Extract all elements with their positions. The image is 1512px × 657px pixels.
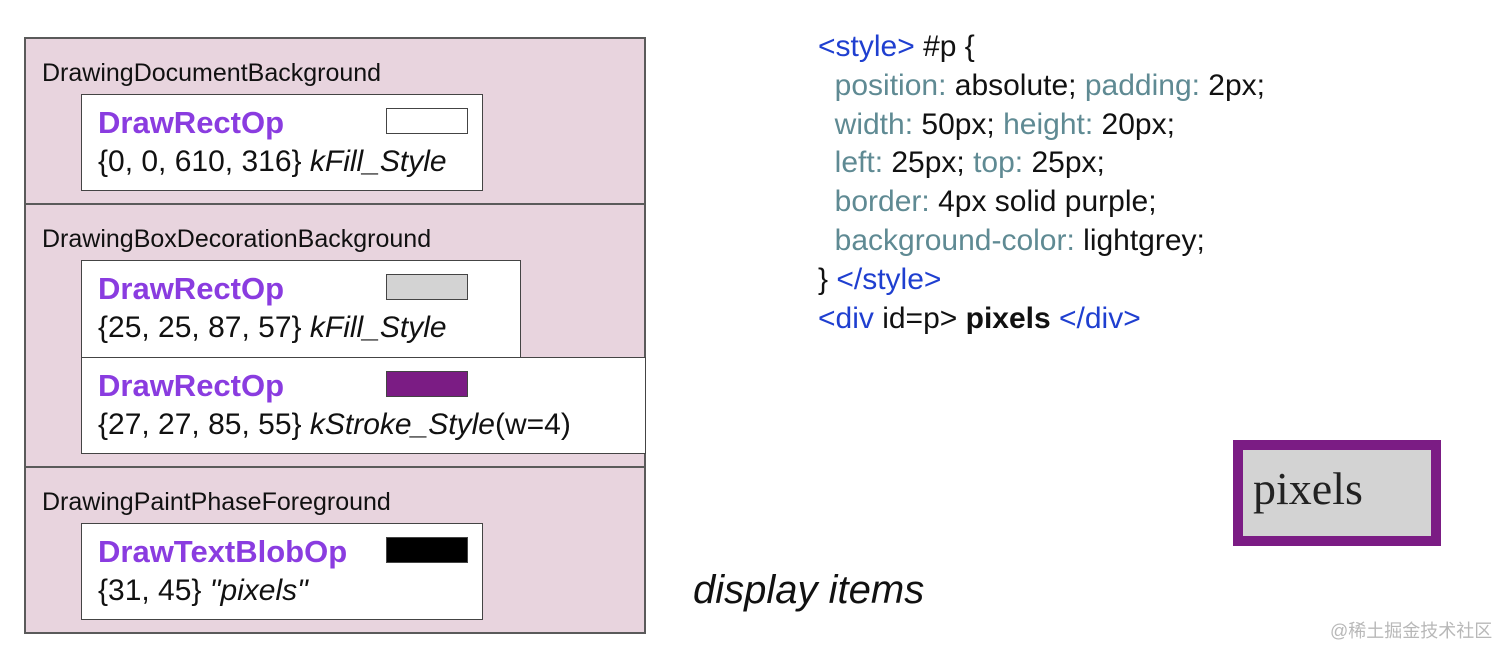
code-prop: left: <box>834 146 884 180</box>
color-swatch-lightgrey <box>386 274 468 300</box>
op-stroke-width: (w=4) <box>494 408 571 441</box>
op-args: {0, 0, 610, 316} kFill_Style <box>98 145 447 179</box>
op-name: DrawRectOp <box>98 271 285 306</box>
color-swatch-black <box>386 537 468 563</box>
color-swatch-purple <box>386 371 468 397</box>
code-div-close-tag: </div> <box>1050 301 1141 335</box>
draw-op-box: DrawTextBlobOp {31, 45} "pixels" <box>81 523 483 620</box>
display-item-document-background: DrawingDocumentBackground DrawRectOp {0,… <box>24 37 646 205</box>
code-selector: #p { <box>914 30 975 63</box>
op-args: {31, 45} "pixels" <box>98 574 308 608</box>
op-style: kFill_Style <box>309 145 447 178</box>
code-value: 4px solid purple; <box>929 185 1157 219</box>
op-rect: {27, 27, 85, 55} <box>98 408 302 441</box>
code-prop: top: <box>973 146 1024 180</box>
op-name: DrawTextBlobOp <box>98 534 348 569</box>
code-prop: border: <box>834 185 930 219</box>
color-swatch-white <box>386 108 468 134</box>
code-div-open-tag: <div <box>818 301 874 335</box>
code-value: absolute; <box>946 68 1085 102</box>
code-style-open-tag: <style> <box>818 30 915 63</box>
op-args: {27, 27, 85, 55} kStroke_Style(w=4) <box>98 408 571 442</box>
code-value: 2px; <box>1199 68 1266 102</box>
code-prop: position: <box>834 68 947 102</box>
op-style: kStroke_Style <box>309 408 495 441</box>
draw-op-box: DrawRectOp {0, 0, 610, 316} kFill_Style <box>81 94 483 191</box>
diagram-caption: display items <box>693 568 925 612</box>
op-rect: {25, 25, 87, 57} <box>98 311 302 344</box>
code-style-close-tag: </style> <box>836 262 942 296</box>
html-code-listing: <style> #p { position: absolute; padding… <box>818 28 1265 338</box>
code-close-brace: } <box>818 262 837 296</box>
op-rect: {0, 0, 610, 316} <box>98 145 302 178</box>
code-value: 50px; <box>913 107 1004 141</box>
group-title: DrawingDocumentBackground <box>42 59 382 87</box>
group-title: DrawingPaintPhaseForeground <box>42 488 391 516</box>
display-item-paint-phase-foreground: DrawingPaintPhaseForeground DrawTextBlob… <box>24 466 646 634</box>
code-value: 25px; <box>1023 146 1105 180</box>
draw-op-box: DrawRectOp {27, 27, 85, 55} kStroke_Styl… <box>81 357 646 454</box>
code-prop: padding: <box>1084 68 1200 102</box>
op-text: "pixels" <box>209 574 308 607</box>
watermark: @稀土掘金技术社区 <box>1330 621 1493 641</box>
display-item-box-decoration-background: DrawingBoxDecorationBackground DrawRectO… <box>24 203 646 468</box>
group-title: DrawingBoxDecorationBackground <box>42 225 432 253</box>
code-value: lightgrey; <box>1074 223 1205 257</box>
op-name: DrawRectOp <box>98 368 285 403</box>
op-name: DrawRectOp <box>98 105 285 140</box>
code-prop: width: <box>834 107 914 141</box>
rendered-output-box: pixels <box>1233 440 1441 546</box>
rendered-text: pixels <box>1253 463 1363 514</box>
code-div-attr: id=p> <box>873 301 966 335</box>
code-div-text: pixels <box>965 301 1051 335</box>
op-args: {25, 25, 87, 57} kFill_Style <box>98 311 447 345</box>
code-prop: background-color: <box>834 223 1075 257</box>
code-value: 20px; <box>1093 107 1175 141</box>
code-prop: height: <box>1003 107 1094 141</box>
draw-op-box: DrawRectOp {25, 25, 87, 57} kFill_Style <box>81 260 521 358</box>
code-value: 25px; <box>883 146 974 180</box>
op-style: kFill_Style <box>309 311 447 344</box>
op-point: {31, 45} <box>98 574 202 607</box>
